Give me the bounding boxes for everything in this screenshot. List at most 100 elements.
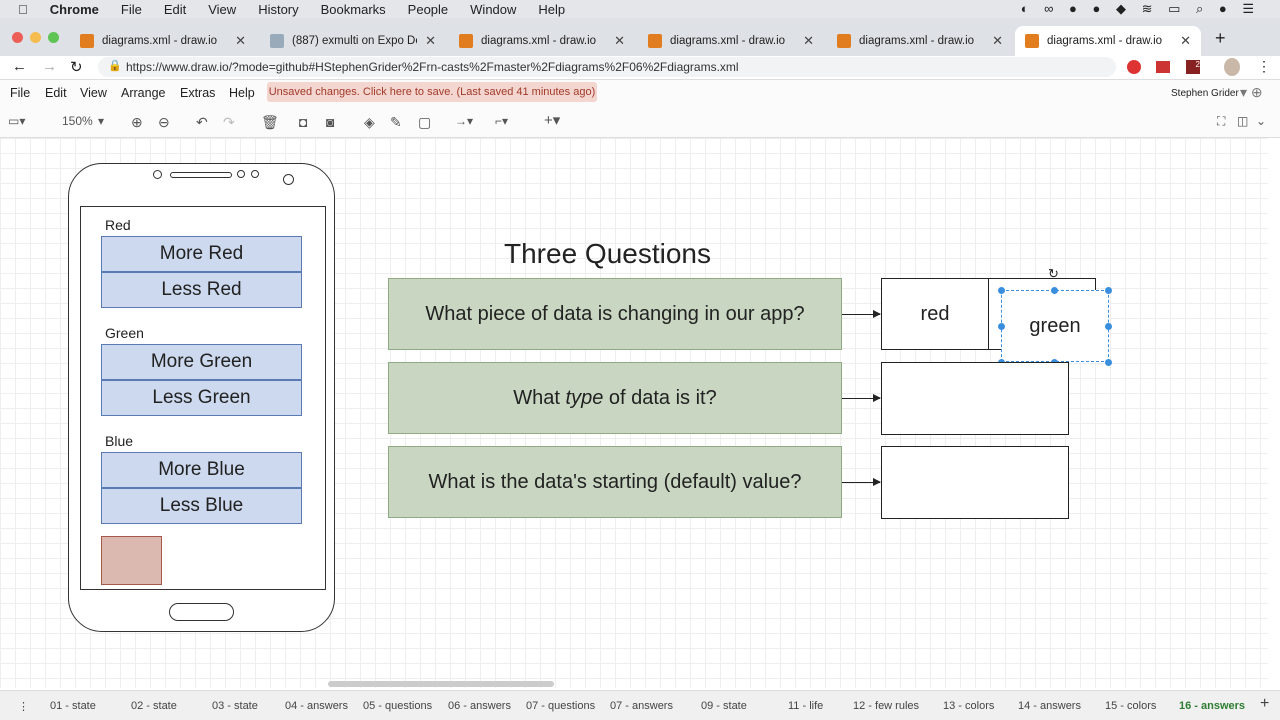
menu-view[interactable]: View <box>80 86 107 100</box>
less-red-button[interactable]: Less Red <box>101 272 302 308</box>
close-icon[interactable]: ✕ <box>235 33 246 49</box>
collapse-icon[interactable]: ⌄ <box>1256 114 1266 128</box>
section-label-green[interactable]: Green <box>105 325 144 341</box>
page-tab[interactable]: 11 - life <box>788 700 823 712</box>
resize-handle[interactable] <box>998 287 1005 294</box>
arrow-connector[interactable] <box>842 394 881 402</box>
more-red-button[interactable]: More Red <box>101 236 302 272</box>
page-tab[interactable]: 05 - questions <box>363 700 432 712</box>
more-green-button[interactable]: More Green <box>101 344 302 380</box>
menu-history[interactable]: History <box>258 2 298 17</box>
resize-handle[interactable] <box>1051 287 1058 294</box>
page-tab[interactable]: 09 - state <box>701 700 747 712</box>
rotate-handle-icon[interactable]: ↻ <box>1048 266 1059 282</box>
resize-handle[interactable] <box>1105 323 1112 330</box>
page-tab[interactable]: 07 - answers <box>610 700 673 712</box>
menu-help[interactable]: Help <box>229 86 255 100</box>
apple-icon[interactable]:  <box>18 2 28 17</box>
answer-box-empty[interactable] <box>881 446 1069 519</box>
question-box[interactable]: What piece of data is changing in our ap… <box>388 278 842 350</box>
answer-box-red[interactable]: red <box>881 278 989 350</box>
menu-file[interactable]: File <box>121 2 142 17</box>
page-tab[interactable]: 15 - colors <box>1105 700 1156 712</box>
waypoints-icon[interactable]: ⌐▾ <box>495 114 508 128</box>
browser-tab[interactable]: diagrams.xml - draw.io ✕ <box>449 26 635 56</box>
panel-icon[interactable]: ◫ <box>1237 114 1248 128</box>
zoom-in-icon[interactable]: ⊕ <box>131 114 143 131</box>
page-tab[interactable]: 01 - state <box>50 700 96 712</box>
pages-menu-icon[interactable]: ⋮ <box>18 700 29 713</box>
back-icon[interactable]: ← <box>12 58 27 75</box>
redo-icon[interactable]: ↷ <box>223 114 235 131</box>
url-field[interactable]: https://www.draw.io/?mode=github#HStephe… <box>98 57 1116 77</box>
page-tab[interactable]: 04 - answers <box>285 700 348 712</box>
window-controls[interactable] <box>12 32 59 43</box>
question-box[interactable]: What is the data's starting (default) va… <box>388 446 842 518</box>
answer-box-empty[interactable] <box>881 362 1069 435</box>
close-icon[interactable]: ✕ <box>425 33 436 49</box>
question-box[interactable]: What type of data is it? <box>388 362 842 434</box>
page-tab[interactable]: 12 - few rules <box>853 700 919 712</box>
zoom-out-icon[interactable]: ⊖ <box>158 114 170 131</box>
resize-handle[interactable] <box>1105 359 1112 366</box>
extension-icon[interactable] <box>1127 60 1141 74</box>
section-label-blue[interactable]: Blue <box>105 433 133 449</box>
format-panel-icon[interactable]: ▭▾ <box>8 114 25 128</box>
avatar[interactable] <box>1224 58 1240 76</box>
resize-handle[interactable] <box>998 323 1005 330</box>
to-front-icon[interactable]: ◘ <box>299 114 307 130</box>
page-tab[interactable]: 07 - questions <box>526 700 595 712</box>
connection-icon[interactable]: →▾ <box>455 114 473 128</box>
page-tab[interactable]: 14 - answers <box>1018 700 1081 712</box>
menu-chrome[interactable]: Chrome <box>50 2 99 17</box>
page-tab[interactable]: 03 - state <box>212 700 258 712</box>
extension-badge[interactable]: 2 <box>1186 60 1200 74</box>
globe-icon[interactable]: ▾ ⊕ <box>1240 84 1263 101</box>
less-blue-button[interactable]: Less Blue <box>101 488 302 524</box>
new-tab-button[interactable]: + <box>1215 28 1226 49</box>
line-color-icon[interactable]: ✎ <box>390 114 402 131</box>
section-label-red[interactable]: Red <box>105 217 131 233</box>
close-icon[interactable]: ✕ <box>1180 33 1191 49</box>
status-icons[interactable]: ◐ ∞ ● ● ◆ ≋ ▭ ⌕ ● ☰ <box>1021 1 1260 17</box>
forward-icon[interactable]: → <box>42 58 57 75</box>
fullscreen-icon[interactable]: ⛶ <box>1217 114 1225 129</box>
page-tab[interactable]: 02 - state <box>131 700 177 712</box>
close-icon[interactable]: ✕ <box>803 33 814 49</box>
page-tab[interactable]: 13 - colors <box>943 700 994 712</box>
menu-bookmarks[interactable]: Bookmarks <box>321 2 386 17</box>
menu-edit[interactable]: Edit <box>164 2 186 17</box>
delete-icon[interactable]: 🗑 <box>261 114 279 131</box>
page-tab[interactable]: 16 - answers <box>1179 700 1245 712</box>
resize-handle[interactable] <box>1105 287 1112 294</box>
browser-tab[interactable]: diagrams.xml - draw.io ✕ <box>70 26 256 56</box>
insert-icon[interactable]: +▾ <box>544 111 560 129</box>
menu-help[interactable]: Help <box>538 2 565 17</box>
reload-icon[interactable]: ↻ <box>70 58 83 76</box>
menu-edit[interactable]: Edit <box>45 86 67 100</box>
arrow-connector[interactable] <box>842 478 881 486</box>
page-tab[interactable]: 06 - answers <box>448 700 511 712</box>
fill-color-icon[interactable]: ◈ <box>364 114 375 131</box>
menu-people[interactable]: People <box>408 2 448 17</box>
menu-extras[interactable]: Extras <box>180 86 215 100</box>
horizontal-scrollbar[interactable] <box>328 681 554 687</box>
zoom-select[interactable]: 150% <box>62 114 93 128</box>
browser-tab[interactable]: diagrams.xml - draw.io ✕ <box>827 26 1013 56</box>
to-back-icon[interactable]: ◙ <box>326 114 334 130</box>
browser-tab-active[interactable]: diagrams.xml - draw.io ✕ <box>1015 26 1201 56</box>
shadow-icon[interactable]: ▢ <box>418 114 431 131</box>
menu-arrange[interactable]: Arrange <box>121 86 165 100</box>
user-menu[interactable]: Stephen Grider <box>1171 88 1239 99</box>
close-icon[interactable]: ✕ <box>992 33 1003 49</box>
menu-view[interactable]: View <box>208 2 236 17</box>
answer-box-green-selected[interactable]: green <box>1001 290 1109 362</box>
menu-file[interactable]: File <box>10 86 30 100</box>
color-swatch[interactable] <box>101 536 162 585</box>
unsaved-changes-banner[interactable]: Unsaved changes. Click here to save. (La… <box>267 82 597 102</box>
kebab-menu-icon[interactable]: ⋮ <box>1257 58 1271 75</box>
browser-tab[interactable]: diagrams.xml - draw.io ✕ <box>638 26 824 56</box>
menu-window[interactable]: Window <box>470 2 516 17</box>
add-page-button[interactable]: + <box>1260 695 1269 713</box>
diagram-title[interactable]: Three Questions <box>504 238 711 270</box>
